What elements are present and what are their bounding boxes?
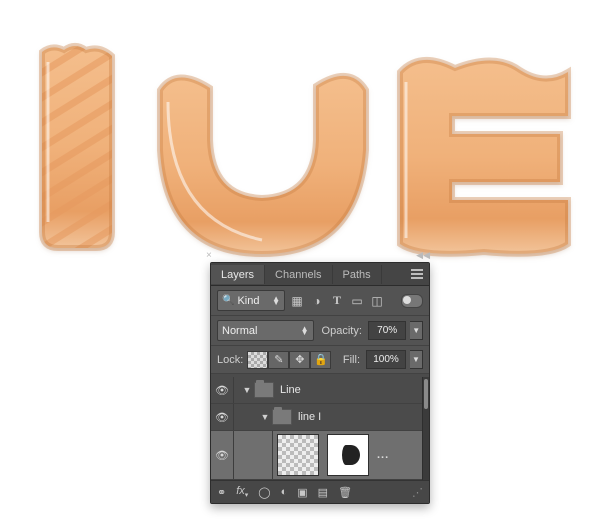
opacity-dropdown[interactable]: ▼ — [410, 321, 423, 340]
layer-group-line-i[interactable]: 👁 ▼ line I — [211, 404, 422, 431]
visibility-toggle[interactable]: 👁 — [211, 404, 234, 430]
visibility-toggle[interactable]: 👁 — [211, 377, 234, 403]
filter-kind-label: Kind — [237, 295, 259, 307]
filter-row: 🔍 Kind ▲▼ ▦ ◑ T ▭ ◫ — [211, 286, 429, 316]
layer-mask-thumbnail — [327, 434, 369, 476]
folder-icon — [254, 382, 274, 398]
panel-tabs: Layers Channels Paths — [211, 263, 429, 286]
filter-type-icon[interactable]: T — [329, 293, 345, 309]
disclosure-icon[interactable]: ▼ — [258, 412, 272, 422]
fill-value[interactable]: 100% — [366, 350, 406, 369]
layer-name: line I — [298, 411, 321, 423]
layer-group-line[interactable]: 👁 ▼ Line — [211, 377, 422, 404]
filter-shape-icon[interactable]: ▭ — [349, 293, 365, 309]
lock-position-icon[interactable]: ✥ — [289, 351, 310, 369]
opacity-value[interactable]: 70% — [368, 321, 407, 340]
disclosure-icon[interactable]: ▼ — [240, 385, 254, 395]
link-layers-icon[interactable]: ⚭ — [217, 486, 226, 499]
visibility-toggle[interactable]: 👁 — [211, 431, 234, 479]
filter-pixel-icon[interactable]: ▦ — [289, 293, 305, 309]
blend-mode-select[interactable]: Normal ▲▼ — [217, 320, 314, 341]
scrollbar[interactable] — [422, 377, 429, 480]
collapse-icon[interactable]: ◀◀ — [416, 250, 430, 261]
resize-handle-icon[interactable]: ⋰ — [412, 486, 423, 499]
opacity-label: Opacity: — [322, 325, 362, 337]
lock-row: Lock: ✎ ✥ 🔒 Fill: 100%▼ — [211, 346, 429, 374]
layer-selected[interactable]: 👁 ... — [211, 431, 422, 480]
tab-paths[interactable]: Paths — [333, 265, 382, 284]
folder-icon — [272, 409, 292, 425]
lock-transparent-icon[interactable] — [247, 351, 268, 369]
blend-mode-value: Normal — [222, 325, 257, 337]
new-layer-icon[interactable]: ▤ — [318, 486, 328, 499]
layer-name: Line — [280, 384, 301, 396]
tab-layers[interactable]: Layers — [211, 265, 265, 284]
filter-toggle[interactable] — [401, 294, 423, 308]
panel-menu-icon[interactable] — [411, 269, 423, 279]
layer-mask-icon[interactable]: ◯ — [258, 486, 270, 499]
lock-label: Lock: — [217, 354, 243, 366]
close-icon[interactable]: × — [206, 250, 216, 260]
lock-all-icon[interactable]: 🔒 — [310, 351, 331, 369]
layer-thumbnail — [277, 434, 319, 476]
layers-panel: × ◀◀ Layers Channels Paths 🔍 Kind ▲▼ ▦ ◑… — [206, 252, 432, 514]
new-group-icon[interactable]: ▣ — [297, 486, 307, 499]
lock-pixels-icon[interactable]: ✎ — [268, 351, 289, 369]
tab-channels[interactable]: Channels — [265, 265, 332, 284]
fill-label: Fill: — [343, 354, 360, 366]
delete-layer-icon[interactable]: 🗑 — [338, 486, 352, 499]
filter-kind-select[interactable]: 🔍 Kind ▲▼ — [217, 290, 285, 311]
blend-row: Normal ▲▼ Opacity: 70%▼ — [211, 316, 429, 346]
layer-fx-icon[interactable]: fx▾ — [236, 485, 248, 499]
layer-effects-indicator[interactable]: ... — [377, 449, 389, 461]
filter-adjust-icon[interactable]: ◑ — [309, 293, 325, 309]
artwork-canvas — [0, 0, 600, 280]
fill-dropdown[interactable]: ▼ — [410, 350, 423, 369]
panel-footer: ⚭ fx▾ ◯ ◐ ▣ ▤ 🗑 ⋰ — [211, 480, 429, 503]
filter-smart-icon[interactable]: ◫ — [369, 293, 385, 309]
adjustment-layer-icon[interactable]: ◐ — [281, 486, 288, 498]
